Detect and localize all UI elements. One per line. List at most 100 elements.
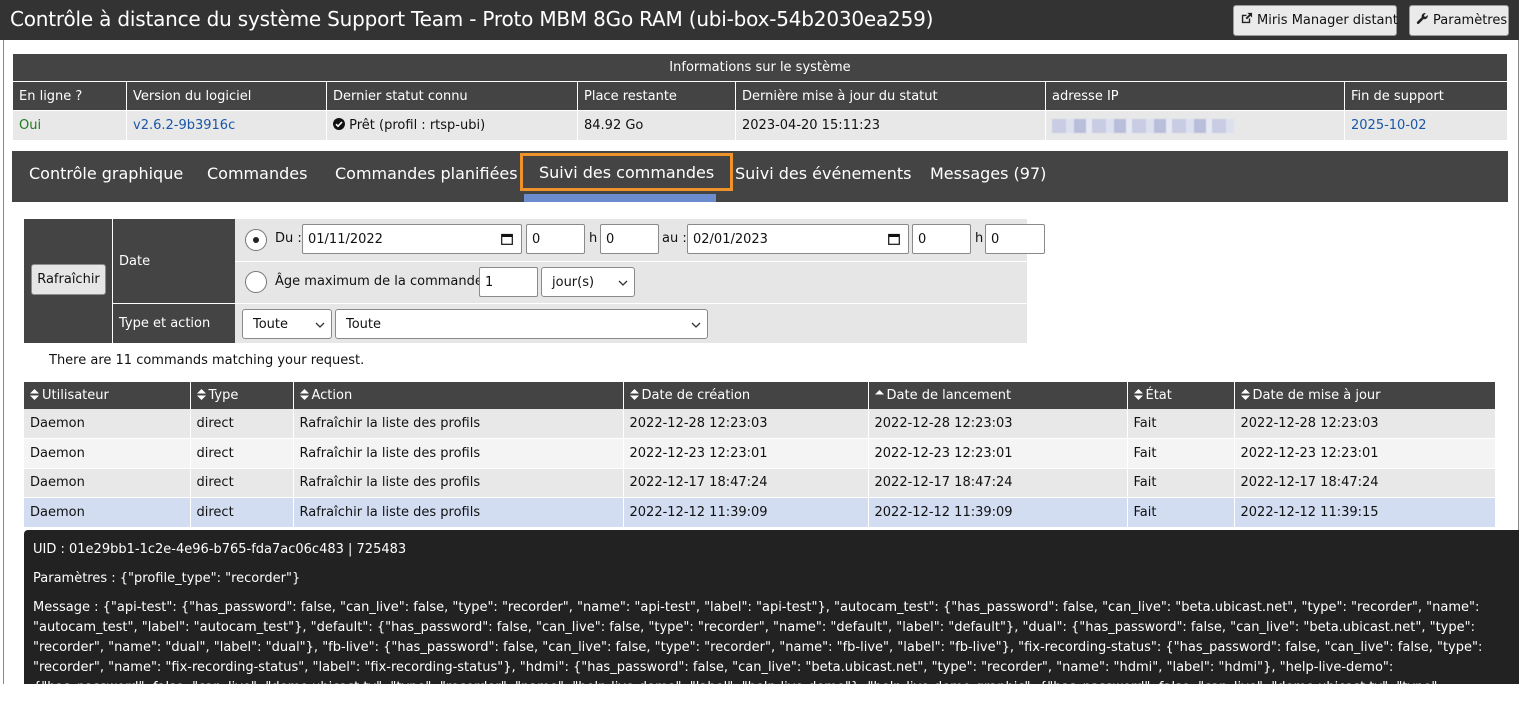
cell-launched: 2022-12-17 18:47:24 bbox=[868, 468, 1128, 498]
to-h-label: h bbox=[975, 231, 984, 246]
sort-icon bbox=[299, 389, 309, 400]
table-row-selected[interactable]: Daemon direct Rafraîchir la liste des pr… bbox=[24, 497, 1496, 528]
col-type[interactable]: Type bbox=[190, 382, 294, 409]
date-filter-body: Du : 01/11/2022 0 h 0 au : 02/01/2023 0 … bbox=[235, 219, 1045, 303]
cell-state: Fait bbox=[1127, 468, 1235, 498]
col-state[interactable]: État bbox=[1127, 382, 1235, 409]
col-created[interactable]: Date de création bbox=[623, 382, 869, 409]
cell-updated: 2022-12-12 11:39:15 bbox=[1234, 497, 1496, 528]
to-date-input[interactable]: 02/01/2023 bbox=[687, 224, 909, 254]
tab-messages[interactable]: Messages (97) bbox=[930, 151, 1046, 195]
col-action[interactable]: Action bbox=[293, 382, 624, 409]
params-label: Paramètres : bbox=[33, 571, 116, 586]
col-action-label: Action bbox=[311, 388, 353, 403]
cell-type: direct bbox=[190, 497, 294, 528]
from-minute-input[interactable]: 0 bbox=[600, 224, 659, 254]
cell-state: Fait bbox=[1127, 409, 1235, 439]
header-bar: Contrôle à distance du système Support T… bbox=[0, 0, 1519, 40]
calendar-icon bbox=[501, 233, 513, 249]
cell-type: direct bbox=[190, 468, 294, 498]
tab-scheduled-commands[interactable]: Commandes planifiées bbox=[335, 151, 518, 195]
chevron-down-icon bbox=[618, 277, 628, 287]
max-age-radio[interactable] bbox=[245, 271, 267, 293]
cell-state: Fait bbox=[1127, 438, 1235, 469]
calendar-icon bbox=[888, 233, 900, 249]
status-cell: Prêt (profil : rtsp-ubi) bbox=[326, 110, 578, 141]
ip-value bbox=[1045, 110, 1345, 141]
col-status: Dernier statut connu bbox=[326, 81, 578, 111]
col-launched[interactable]: Date de lancement bbox=[868, 382, 1128, 409]
cell-created: 2022-12-28 12:23:03 bbox=[623, 409, 869, 439]
sort-icon bbox=[629, 389, 639, 400]
date-range-radio[interactable] bbox=[245, 229, 267, 251]
cell-launched: 2022-12-23 12:23:01 bbox=[868, 438, 1128, 469]
settings-button[interactable]: Paramètres bbox=[1409, 5, 1509, 36]
col-launched-label: Date de lancement bbox=[886, 388, 1012, 403]
col-user[interactable]: Utilisateur bbox=[24, 382, 191, 409]
action-select[interactable]: Toute bbox=[335, 309, 708, 339]
cell-user: Daemon bbox=[24, 497, 191, 528]
cell-action: Rafraîchir la liste des profils bbox=[293, 438, 624, 469]
cell-user: Daemon bbox=[24, 409, 191, 439]
cell-action: Rafraîchir la liste des profils bbox=[293, 468, 624, 498]
cell-type: direct bbox=[190, 438, 294, 469]
chevron-down-icon bbox=[315, 319, 325, 329]
age-unit-select[interactable]: jour(s) bbox=[541, 267, 635, 297]
detail-message: Message : {"api-test": {"has_password": … bbox=[33, 598, 1511, 718]
support-end-link[interactable]: 2025-10-02 bbox=[1344, 110, 1508, 141]
cell-updated: 2022-12-28 12:23:03 bbox=[1234, 409, 1496, 439]
command-detail-tooltip: UID : 01e29bb1-1c2e-4e96-b765-fda7ac06c4… bbox=[24, 530, 1519, 715]
col-last-update: Dernière mise à jour du statut bbox=[735, 81, 1046, 111]
to-minute-input[interactable]: 0 bbox=[985, 224, 1045, 254]
cell-state: Fait bbox=[1127, 497, 1235, 528]
ip-redacted bbox=[1052, 118, 1234, 133]
settings-label: Paramètres bbox=[1433, 13, 1508, 28]
status-value: Prêt (profil : rtsp-ubi) bbox=[349, 118, 486, 133]
table-row[interactable]: Daemon direct Rafraîchir la liste des pr… bbox=[24, 468, 1496, 498]
to-label: au : bbox=[662, 231, 687, 246]
cell-action: Rafraîchir la liste des profils bbox=[293, 497, 624, 528]
space-value: 84.92 Go bbox=[577, 110, 736, 141]
max-age-label: Âge maximum de la commande : bbox=[275, 274, 492, 289]
page-title: Contrôle à distance du système Support T… bbox=[10, 7, 934, 31]
type-select-value: Toute bbox=[253, 316, 289, 332]
miris-manager-button[interactable]: Miris Manager distant bbox=[1233, 5, 1398, 36]
table-row[interactable]: Daemon direct Rafraîchir la liste des pr… bbox=[24, 409, 1496, 439]
results-count-message: There are 11 commands matching your requ… bbox=[49, 353, 365, 368]
type-action-body: Toute Toute bbox=[235, 303, 1027, 343]
col-space: Place restante bbox=[577, 81, 736, 111]
chevron-down-icon bbox=[691, 319, 701, 329]
detail-uid: UID : 01e29bb1-1c2e-4e96-b765-fda7ac06c4… bbox=[33, 540, 1519, 560]
sort-icon bbox=[1240, 389, 1250, 400]
sort-icon bbox=[1133, 389, 1143, 400]
filter-panel: Rafraîchir Date Type et action Du : 01/1… bbox=[24, 219, 1045, 343]
uid-value: 01e29bb1-1c2e-4e96-b765-fda7ac06c483 | 7… bbox=[69, 542, 407, 557]
type-select[interactable]: Toute bbox=[242, 309, 332, 339]
check-circle-icon bbox=[333, 118, 349, 133]
cell-created: 2022-12-17 18:47:24 bbox=[623, 468, 869, 498]
cell-user: Daemon bbox=[24, 438, 191, 469]
col-updated[interactable]: Date de mise à jour bbox=[1234, 382, 1496, 409]
message-label: Message : bbox=[33, 600, 99, 615]
refresh-button[interactable]: Rafraîchir bbox=[31, 264, 106, 295]
col-online: En ligne ? bbox=[12, 81, 127, 111]
message-value: {"api-test": {"has_password": false, "ca… bbox=[33, 600, 1483, 715]
tab-graphic-control[interactable]: Contrôle graphique bbox=[29, 151, 183, 195]
version-link[interactable]: v2.6.2-9b3916c bbox=[126, 110, 327, 141]
system-info-caption: Informations sur le système bbox=[12, 53, 1508, 82]
last-update-value: 2023-04-20 15:11:23 bbox=[735, 110, 1046, 141]
max-age-input[interactable]: 1 bbox=[479, 267, 538, 297]
sort-asc-icon bbox=[874, 389, 884, 400]
cell-user: Daemon bbox=[24, 468, 191, 498]
to-hour-input[interactable]: 0 bbox=[912, 224, 971, 254]
table-row[interactable]: Daemon direct Rafraîchir la liste des pr… bbox=[24, 438, 1496, 469]
wrench-icon bbox=[1416, 12, 1429, 29]
tab-event-tracking[interactable]: Suivi des événements bbox=[735, 151, 911, 195]
from-date-input[interactable]: 01/11/2022 bbox=[302, 224, 522, 254]
tab-commands[interactable]: Commandes bbox=[207, 151, 307, 195]
system-info-table: Informations sur le système En ligne ? V… bbox=[12, 53, 1508, 141]
from-hour-input[interactable]: 0 bbox=[526, 224, 585, 254]
cell-updated: 2022-12-17 18:47:24 bbox=[1234, 468, 1496, 498]
sort-icon bbox=[196, 389, 206, 400]
tab-command-tracking[interactable]: Suivi des commandes bbox=[520, 153, 734, 191]
